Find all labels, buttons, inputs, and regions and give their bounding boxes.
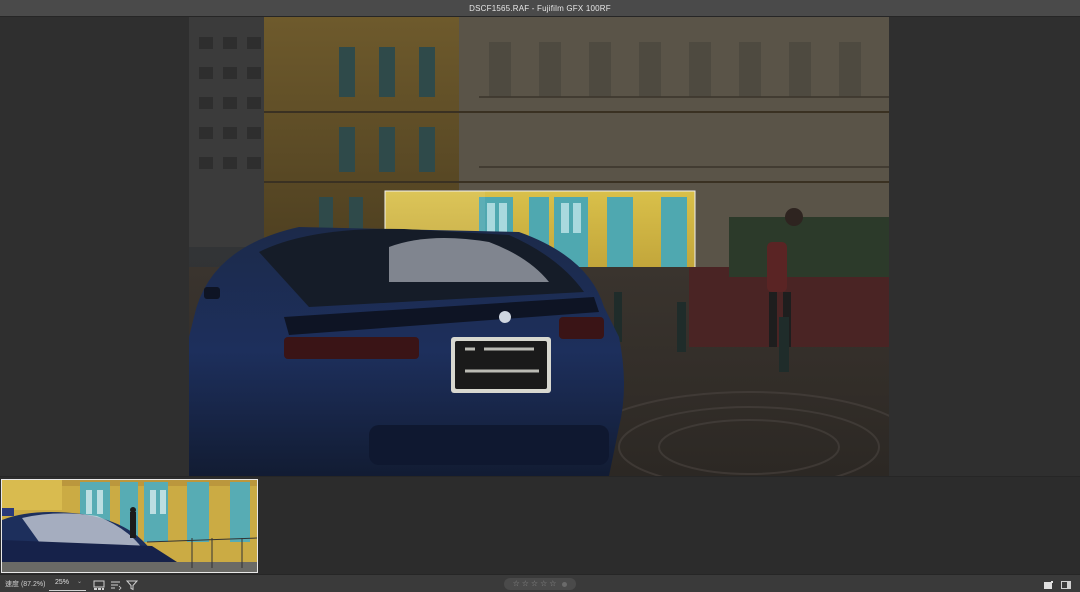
rating-star-1[interactable]: ☆ [513,580,520,588]
photo-viewer-window: DSCF1565.RAF - Fujifilm GFX 100RF 速度 (87… [0,0,1080,592]
filter-icon[interactable] [125,578,139,591]
panel-toggle-icon[interactable] [1060,578,1072,590]
rating-bar: ☆ ☆ ☆ ☆ ☆ [504,578,576,590]
progress-label: 速度 (87.2%) [5,581,46,588]
grid-view-icon[interactable] [93,578,105,590]
rating-star-4[interactable]: ☆ [540,580,547,588]
thumbnail-image [2,480,257,572]
image-viewer[interactable] [0,17,1080,476]
reject-flag-icon[interactable] [562,581,568,587]
zoom-value: 25% [55,579,70,586]
main-photo[interactable] [189,17,889,476]
window-title: DSCF1565.RAF - Fujifilm GFX 100RF [469,3,611,13]
chevron-down-icon: ⌄ [77,579,83,585]
filmstrip[interactable] [0,476,1080,574]
sort-icon[interactable] [110,578,122,591]
bottom-toolbar: 速度 (87.2%) 25% ⌄ ☆ ☆ ☆ ☆ ☆ [0,574,1080,592]
zoom-select[interactable]: 25% ⌄ [49,577,86,591]
single-view-icon[interactable] [1042,578,1054,590]
main-photo-canvas [189,17,889,476]
rating-star-3[interactable]: ☆ [531,580,538,588]
rating-star-2[interactable]: ☆ [522,580,529,588]
title-bar: DSCF1565.RAF - Fujifilm GFX 100RF [0,0,1080,17]
filmstrip-thumbnail[interactable] [1,479,258,573]
rating-star-5[interactable]: ☆ [549,580,556,588]
